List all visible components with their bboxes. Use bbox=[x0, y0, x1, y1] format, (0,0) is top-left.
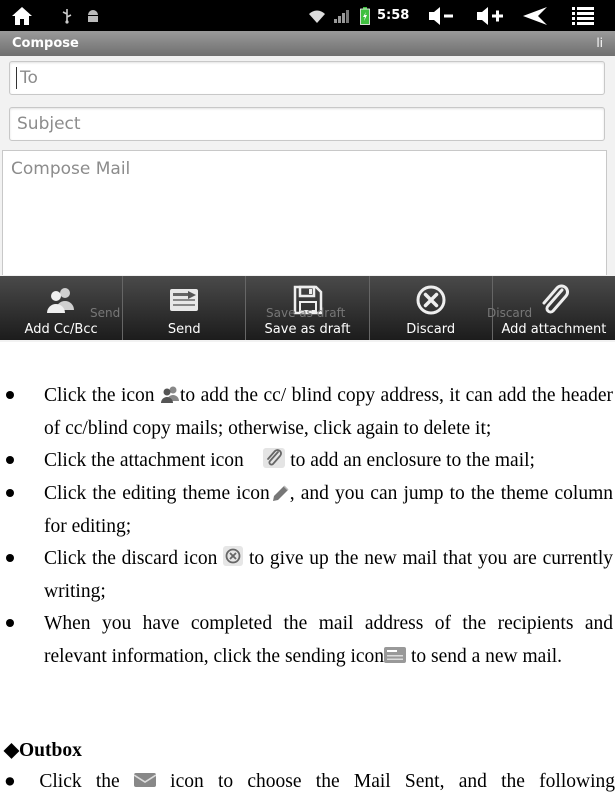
ghost-discard-label: Discard bbox=[487, 306, 533, 320]
compose-title-bar: Compose li bbox=[0, 31, 615, 56]
subject-placeholder: Subject bbox=[17, 114, 81, 134]
text-run: to add an enclosure to the mail; bbox=[285, 450, 535, 471]
discard-button[interactable]: Discard bbox=[370, 276, 493, 340]
send-label: Send bbox=[167, 322, 201, 337]
status-time: 5:58 bbox=[377, 8, 410, 23]
discard-icon bbox=[416, 285, 446, 315]
discard-label: Discard bbox=[406, 322, 456, 337]
paperclip-icon bbox=[542, 284, 569, 314]
ghost-save-draft-label: Save as draft bbox=[266, 306, 346, 320]
add-contacts-icon bbox=[161, 386, 179, 403]
body-placeholder: Compose Mail bbox=[11, 159, 131, 179]
outbox-instruction: ● Click the icon to choose the Mail Sent… bbox=[4, 771, 615, 793]
add-attachment-label: Add attachment bbox=[501, 322, 607, 337]
menu-icon[interactable] bbox=[570, 0, 596, 31]
home-icon[interactable] bbox=[8, 0, 36, 31]
compose-body-field[interactable]: Compose Mail bbox=[2, 150, 607, 275]
save-draft-label: Save as draft bbox=[264, 322, 351, 337]
android-debug-icon bbox=[84, 0, 102, 31]
usb-icon bbox=[60, 0, 74, 31]
list-item-text: Click the attachment icon to add an encl… bbox=[44, 445, 613, 478]
text-run: to send a new mail. bbox=[406, 645, 563, 667]
add-contacts-icon bbox=[47, 288, 75, 313]
bullet-dot bbox=[6, 554, 14, 562]
signal-icon bbox=[332, 0, 352, 31]
list-item-text: Click the discard icon to give up the ne… bbox=[44, 543, 613, 608]
wifi-icon bbox=[306, 0, 328, 31]
volume-up-icon[interactable] bbox=[474, 0, 506, 31]
text-run: Click the discard icon bbox=[44, 548, 224, 569]
send-icon bbox=[384, 646, 407, 663]
subject-field[interactable]: Subject bbox=[9, 107, 605, 141]
bullet-dot bbox=[6, 619, 14, 627]
text-run: Click the icon bbox=[44, 385, 160, 406]
compose-title: Compose bbox=[12, 36, 79, 51]
list-item-text: When you have completed the mail address… bbox=[44, 608, 613, 673]
text-run: Click the attachment icon bbox=[44, 450, 249, 471]
send-icon bbox=[170, 289, 199, 311]
list-item-text: Click the icon to add the cc/ blind copy… bbox=[44, 380, 613, 445]
outbox-heading: ◆Outbox bbox=[4, 740, 82, 761]
volume-down-icon[interactable] bbox=[426, 0, 456, 31]
to-field[interactable]: To bbox=[9, 61, 605, 95]
text-run: icon to choose the Mail Sent, and the fo… bbox=[155, 771, 615, 792]
bullet-dot bbox=[6, 391, 14, 399]
battery-icon bbox=[358, 0, 372, 31]
list-item-text: Click the editing theme icon, and you ca… bbox=[44, 478, 613, 543]
title-bar-indicator: li bbox=[596, 36, 603, 50]
discard-icon bbox=[223, 546, 244, 566]
to-placeholder: To bbox=[20, 68, 38, 88]
text-run: Click the editing theme icon bbox=[44, 483, 270, 504]
send-button[interactable]: Send bbox=[123, 276, 247, 340]
text-caret bbox=[16, 67, 17, 89]
ghost-send-label: Send bbox=[90, 306, 121, 320]
mail-sent-icon bbox=[133, 773, 156, 787]
edit-theme-icon bbox=[272, 485, 289, 501]
phone-screenshot: 5:58 Compose li To Subject Compose Mail bbox=[0, 0, 615, 342]
bullet-dot bbox=[6, 489, 14, 497]
back-icon[interactable] bbox=[520, 0, 550, 31]
bullet-dot bbox=[6, 456, 14, 464]
add-cc-bcc-label: Add Cc/Bcc bbox=[24, 322, 98, 337]
status-bar: 5:58 bbox=[0, 0, 615, 31]
text-run: ● Click the bbox=[4, 771, 134, 792]
paperclip-icon bbox=[263, 448, 286, 468]
